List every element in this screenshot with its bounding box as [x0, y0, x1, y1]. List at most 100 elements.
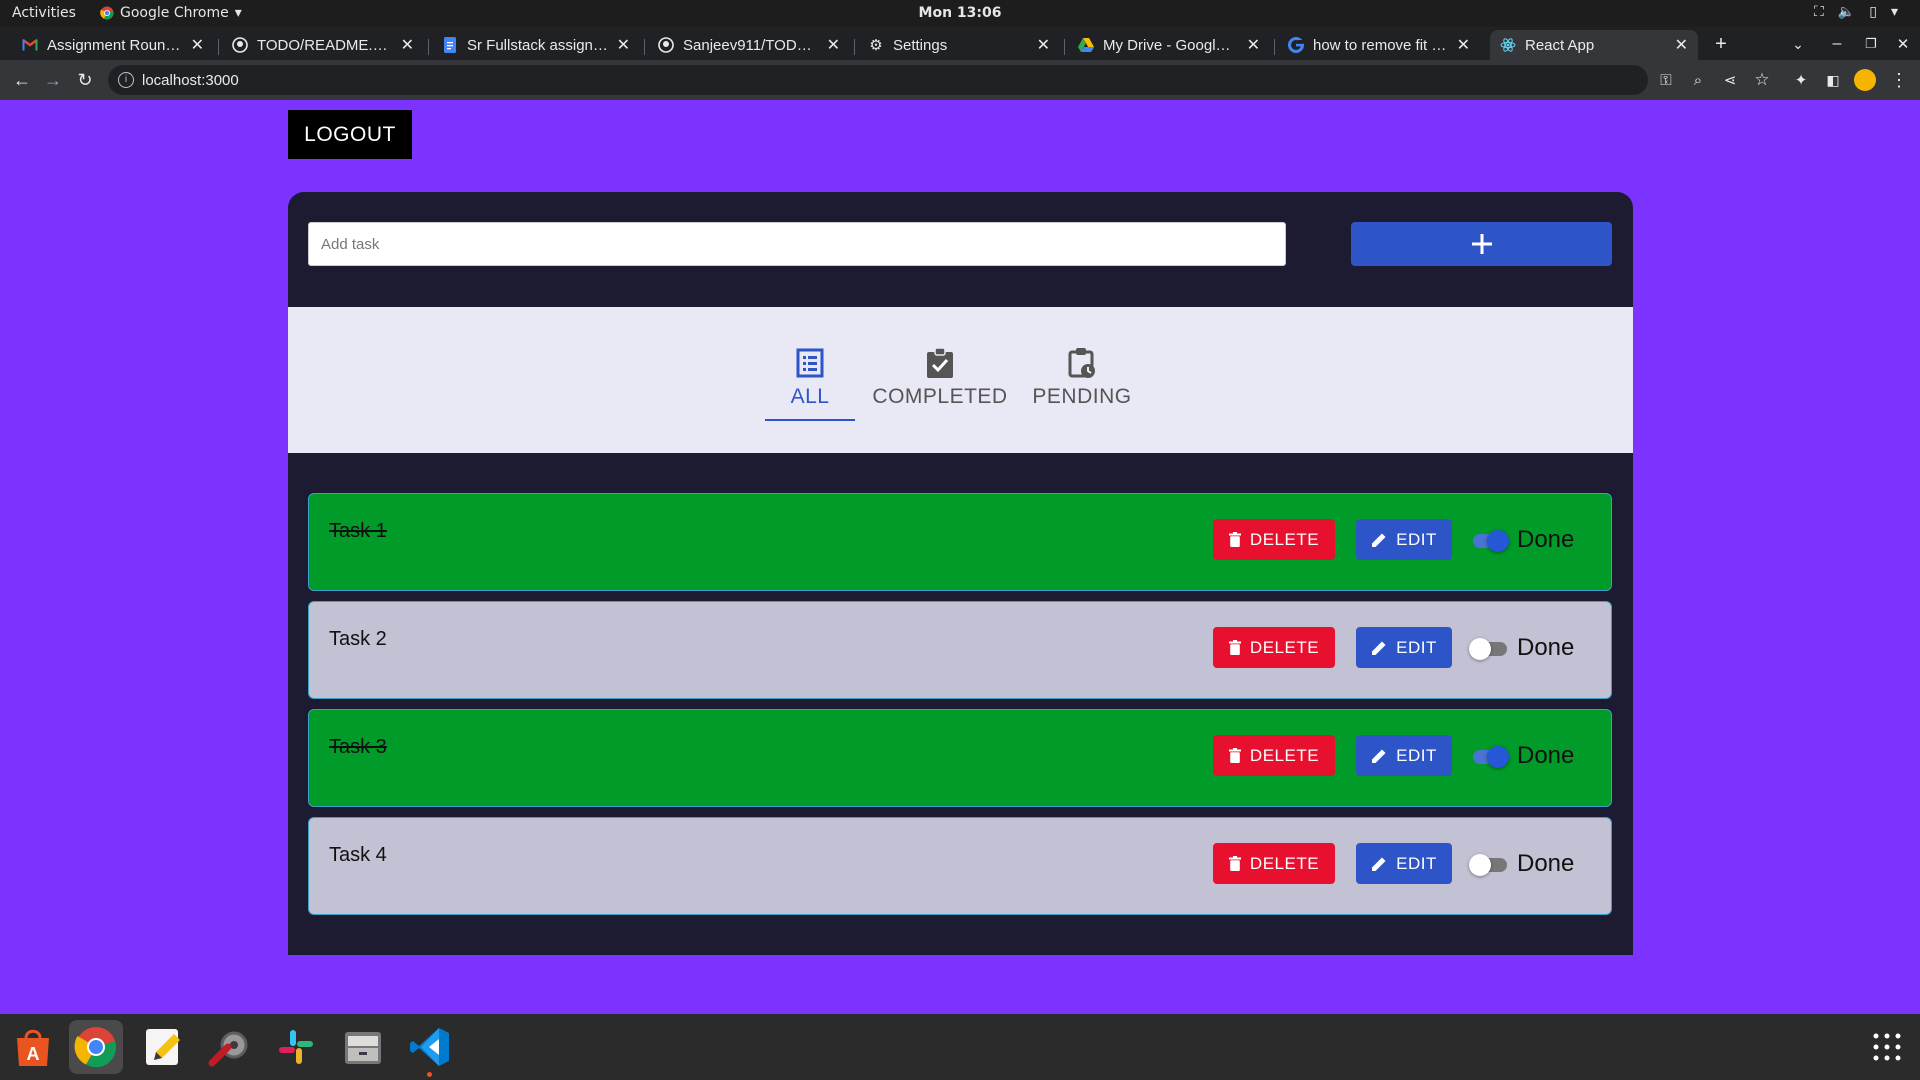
minimize-icon: –: [1832, 35, 1842, 52]
google-docs-icon: [442, 37, 458, 53]
browser-tab-strip: Assignment Round | E ✕ TODO/README.md a …: [0, 27, 1920, 60]
tab-all-label: ALL: [790, 385, 830, 408]
vscode-icon[interactable]: [403, 1020, 457, 1077]
done-label: Done: [1517, 526, 1575, 553]
delete-button[interactable]: DELETE: [1213, 519, 1335, 560]
browser-tab[interactable]: how to remove fit file ✕: [1278, 30, 1480, 60]
google-icon: [1288, 37, 1304, 53]
tab-pending[interactable]: PENDING: [1025, 347, 1139, 421]
key-icon[interactable]: ⚿: [1654, 68, 1678, 92]
add-task-input[interactable]: [308, 222, 1286, 266]
close-icon[interactable]: ✕: [191, 35, 204, 55]
browser-tab[interactable]: Assignment Round | E ✕: [12, 30, 214, 60]
add-task-button[interactable]: [1351, 222, 1612, 266]
trash-icon: [1228, 856, 1241, 871]
task-row: Task 4 DELETE EDIT Done: [308, 817, 1612, 915]
arrow-left-icon: ←: [13, 69, 31, 90]
browser-tab[interactable]: My Drive - Google Dri ✕: [1068, 30, 1270, 60]
restore-icon: ❐: [1865, 36, 1877, 51]
done-label: Done: [1517, 850, 1575, 877]
browser-toolbar: ← → ↻ i localhost:3000 ⚿ ⌕ ⋖ ☆ ✦ ◧ ⋮: [0, 60, 1920, 100]
done-label: Done: [1517, 634, 1575, 661]
ubuntu-software-icon[interactable]: A: [6, 1020, 60, 1074]
task-row: Task 1 DELETE EDIT Done: [308, 493, 1612, 591]
close-icon[interactable]: ✕: [1247, 35, 1260, 55]
done-toggle[interactable]: [1469, 529, 1509, 552]
svg-text:A: A: [27, 1044, 40, 1064]
file-archive-icon[interactable]: [336, 1020, 390, 1074]
forward-button[interactable]: →: [41, 68, 65, 92]
bookmark-star-icon[interactable]: ☆: [1750, 68, 1774, 92]
task-row: Task 2 DELETE EDIT Done: [308, 601, 1612, 699]
tab-search-button[interactable]: ⌄: [1784, 30, 1812, 58]
side-panel-icon[interactable]: ◧: [1821, 68, 1845, 92]
tab-completed[interactable]: COMPLETED: [868, 347, 1012, 421]
close-icon[interactable]: ✕: [1675, 35, 1688, 55]
arrow-right-icon: →: [44, 69, 62, 90]
chrome-icon[interactable]: [69, 1020, 123, 1074]
profile-avatar[interactable]: [1853, 68, 1877, 92]
system-tray[interactable]: ⛶ 🔈 ▯ ▾: [1814, 4, 1898, 20]
browser-tab[interactable]: Sr Fullstack assignme ✕: [432, 30, 640, 60]
extensions-puzzle-icon[interactable]: ✦: [1789, 68, 1813, 92]
more-menu-icon[interactable]: ⋮: [1887, 68, 1911, 92]
pending-actions-icon: [1068, 348, 1095, 378]
tab-all[interactable]: ALL: [765, 347, 855, 421]
back-button[interactable]: ←: [10, 68, 34, 92]
volume-icon: 🔈: [1837, 4, 1856, 20]
close-icon[interactable]: ✕: [617, 35, 630, 55]
delete-button[interactable]: DELETE: [1213, 735, 1335, 776]
pencil-icon: [1372, 749, 1386, 763]
browser-tab[interactable]: TODO/README.md a ✕: [222, 30, 424, 60]
done-toggle[interactable]: [1469, 853, 1509, 876]
text-editor-icon[interactable]: [136, 1020, 190, 1074]
new-tab-button[interactable]: +: [1707, 30, 1735, 58]
delete-button[interactable]: DELETE: [1213, 843, 1335, 884]
done-toggle[interactable]: [1469, 637, 1509, 660]
battery-icon: ▯: [1869, 4, 1877, 20]
pencil-icon: [1372, 641, 1386, 655]
tab-completed-label: COMPLETED: [872, 385, 1008, 408]
browser-tab[interactable]: Sanjeev911/TODO: T ✕: [648, 30, 850, 60]
info-icon[interactable]: i: [118, 72, 134, 88]
show-apps-grid-icon[interactable]: [1860, 1020, 1914, 1074]
task-text: Task 1: [329, 520, 387, 542]
url-text: localhost:3000: [142, 72, 239, 89]
logout-button[interactable]: LOGOUT: [288, 110, 412, 159]
close-icon: ✕: [1896, 36, 1910, 53]
edit-button[interactable]: EDIT: [1356, 519, 1452, 560]
browser-tab[interactable]: ⚙ Settings ✕: [858, 30, 1060, 60]
minimize-button[interactable]: –: [1823, 30, 1851, 58]
done-label: Done: [1517, 742, 1575, 769]
assignment-turned-in-icon: [927, 347, 953, 378]
zoom-icon[interactable]: ⌕: [1686, 68, 1710, 92]
close-window-button[interactable]: ✕: [1889, 30, 1917, 58]
address-bar[interactable]: i localhost:3000: [108, 65, 1648, 95]
browser-tab-active[interactable]: React App ✕: [1490, 30, 1698, 60]
clock[interactable]: Mon 13:06: [0, 5, 1920, 21]
tab-pending-label: PENDING: [1032, 385, 1132, 408]
edit-button[interactable]: EDIT: [1356, 735, 1452, 776]
close-icon[interactable]: ✕: [1037, 35, 1050, 55]
running-indicator: [427, 1072, 432, 1077]
settings-gear-icon: ⚙: [869, 37, 883, 54]
system-tools-icon[interactable]: [203, 1020, 257, 1074]
task-row: Task 3 DELETE EDIT Done: [308, 709, 1612, 807]
share-icon[interactable]: ⋖: [1718, 68, 1742, 92]
trash-icon: [1228, 748, 1241, 763]
slack-icon[interactable]: [269, 1020, 323, 1074]
chevron-down-icon: ⌄: [1792, 35, 1804, 52]
gnome-top-bar: Activities Google Chrome ▾ Mon 13:06 ⛶ 🔈…: [0, 0, 1920, 27]
delete-button[interactable]: DELETE: [1213, 627, 1335, 668]
edit-button[interactable]: EDIT: [1356, 843, 1452, 884]
close-icon[interactable]: ✕: [827, 35, 840, 55]
reload-button[interactable]: ↻: [73, 68, 97, 92]
react-icon: [1500, 37, 1516, 53]
edit-button[interactable]: EDIT: [1356, 627, 1452, 668]
restore-button[interactable]: ❐: [1857, 30, 1885, 58]
gmail-icon: [22, 37, 38, 53]
plus-icon: +: [1715, 32, 1727, 55]
close-icon[interactable]: ✕: [401, 35, 414, 55]
done-toggle[interactable]: [1469, 745, 1509, 768]
close-icon[interactable]: ✕: [1457, 35, 1470, 55]
